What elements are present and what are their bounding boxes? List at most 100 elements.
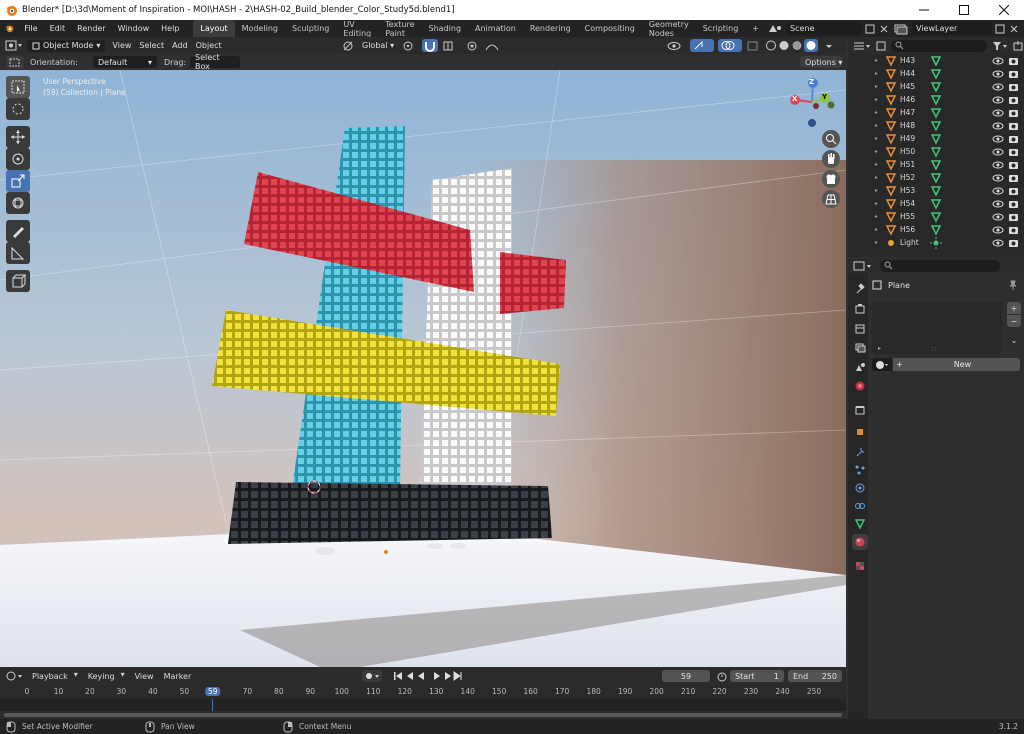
tab-compositing[interactable]: Compositing xyxy=(578,20,642,37)
visibility-icon[interactable] xyxy=(666,40,686,52)
tab-uv-editing[interactable]: UV Editing xyxy=(336,20,378,38)
close-view-layer-icon[interactable] xyxy=(1008,23,1020,35)
outliner-item[interactable]: ▸ H48 xyxy=(848,119,1024,132)
perspective-toggle-button[interactable] xyxy=(822,190,840,208)
start-frame-field[interactable]: Start 1 xyxy=(730,670,784,682)
tab-particles[interactable] xyxy=(852,462,868,478)
editor-type-icon[interactable] xyxy=(4,39,24,52)
tab-tool[interactable] xyxy=(852,280,868,296)
pan-button[interactable] xyxy=(822,150,840,168)
tab-collection[interactable] xyxy=(852,402,868,418)
camera-render-icon[interactable] xyxy=(1006,147,1022,157)
timeline-menu-view[interactable]: View xyxy=(131,670,158,682)
outliner-item[interactable]: ▸ H55 xyxy=(848,210,1024,223)
snap-toggle[interactable] xyxy=(422,39,439,52)
eye-icon[interactable] xyxy=(992,160,1004,170)
select-tool[interactable] xyxy=(6,76,30,98)
outliner-editor-type-icon[interactable] xyxy=(852,40,871,52)
view-layer-icon[interactable] xyxy=(892,22,910,35)
eye-icon[interactable] xyxy=(992,56,1004,66)
eye-icon[interactable] xyxy=(992,212,1004,222)
tab-world[interactable] xyxy=(852,378,868,394)
new-collection-icon[interactable] xyxy=(1012,40,1024,52)
remove-slot-button[interactable]: − xyxy=(1007,315,1021,327)
tab-layout[interactable]: Layout xyxy=(193,20,235,37)
expand-arrow-icon[interactable]: ▸ xyxy=(848,96,878,103)
close-scene-icon[interactable] xyxy=(878,23,890,35)
scene-icon[interactable] xyxy=(766,22,784,35)
menu-window[interactable]: Window xyxy=(112,20,156,37)
camera-render-icon[interactable] xyxy=(1006,82,1022,92)
outliner-item[interactable]: ▸ H45 xyxy=(848,80,1024,93)
timeline-scrollbar[interactable] xyxy=(0,711,846,719)
scene-field[interactable]: Scene xyxy=(786,22,862,35)
close-button[interactable] xyxy=(984,0,1024,20)
slot-specials-menu[interactable]: ⌄ xyxy=(1007,334,1021,346)
shading-modes-icon[interactable] xyxy=(764,39,820,52)
display-mode-icon[interactable] xyxy=(875,40,887,52)
measure-tool[interactable] xyxy=(6,242,30,264)
tab-scripting[interactable]: Scripting xyxy=(696,20,746,37)
tab-animation[interactable]: Animation xyxy=(468,20,523,37)
viewport-menu-object[interactable]: Object xyxy=(192,39,226,52)
expand-arrow-icon[interactable]: ▸ xyxy=(848,122,878,129)
pivot-icon[interactable] xyxy=(402,40,418,52)
outliner-item[interactable]: ▸ H54 xyxy=(848,197,1024,210)
outliner-item[interactable]: ▸ H43 xyxy=(848,54,1024,67)
timeline-editor-type-icon[interactable] xyxy=(5,670,25,682)
eye-icon[interactable] xyxy=(992,134,1004,144)
tab-view-layer[interactable] xyxy=(852,340,868,356)
eye-icon[interactable] xyxy=(992,173,1004,183)
add-workspace-button[interactable]: + xyxy=(745,20,766,37)
outliner-item[interactable]: ▸ H44 xyxy=(848,67,1024,80)
outliner-item[interactable]: ▸ H52 xyxy=(848,171,1024,184)
expand-arrow-icon[interactable]: ▸ xyxy=(848,161,878,168)
menu-edit[interactable]: Edit xyxy=(44,20,72,37)
filter-icon[interactable] xyxy=(991,40,1008,52)
3d-viewport[interactable]: User Perspective (59) Collection | Plane… xyxy=(0,70,846,667)
eye-icon[interactable] xyxy=(992,186,1004,196)
eye-icon[interactable] xyxy=(992,82,1004,92)
resize-handle-icon[interactable]: ∷ xyxy=(932,346,936,353)
tab-rendering[interactable]: Rendering xyxy=(523,20,578,37)
new-material-button[interactable]: + New xyxy=(893,358,1020,371)
outliner-item[interactable]: ▸ H50 xyxy=(848,145,1024,158)
camera-view-button[interactable] xyxy=(822,170,840,188)
camera-render-icon[interactable] xyxy=(1006,199,1022,209)
expand-arrow-icon[interactable]: ▸ xyxy=(848,213,878,220)
outliner-item[interactable]: ▸ H49 xyxy=(848,132,1024,145)
shading-dropdown-icon[interactable] xyxy=(824,40,834,52)
camera-render-icon[interactable] xyxy=(1006,56,1022,66)
transform-tool[interactable] xyxy=(6,192,30,214)
tab-shading[interactable]: Shading xyxy=(422,20,469,37)
keyframe-record-button[interactable] xyxy=(362,670,382,682)
viewport-menu-view[interactable]: View xyxy=(108,39,135,52)
expand-arrow-icon[interactable]: ▸ xyxy=(848,57,878,64)
orientation-icon[interactable] xyxy=(342,40,354,52)
expand-arrow-icon[interactable]: ▸ xyxy=(848,109,878,116)
outliner-search-input[interactable] xyxy=(890,39,988,52)
current-frame-field[interactable]: 59 xyxy=(662,670,710,682)
minimize-button[interactable] xyxy=(904,0,944,20)
tab-physics[interactable] xyxy=(852,480,868,496)
tool-selector[interactable] xyxy=(6,55,24,69)
add-cube-tool[interactable] xyxy=(6,270,30,292)
annotate-tool[interactable] xyxy=(6,220,30,242)
outliner-item[interactable]: ▸ Light xyxy=(848,236,1024,249)
camera-render-icon[interactable] xyxy=(1006,238,1022,248)
move-tool[interactable] xyxy=(6,126,30,148)
camera-render-icon[interactable] xyxy=(1006,186,1022,196)
tab-texture[interactable] xyxy=(852,558,868,574)
tab-modifiers[interactable] xyxy=(852,444,868,460)
tab-material[interactable] xyxy=(852,534,868,550)
cursor-tool[interactable] xyxy=(6,98,30,120)
browse-material-button[interactable] xyxy=(872,358,892,371)
mode-dropdown[interactable]: Object Mode ▾ xyxy=(27,39,106,52)
eye-icon[interactable] xyxy=(992,199,1004,209)
expand-arrow-icon[interactable]: ▸ xyxy=(848,239,878,246)
proportional-edit-icon[interactable] xyxy=(464,40,480,52)
material-slot-list[interactable]: ▸ ∷ xyxy=(872,302,1002,354)
properties-search-input[interactable] xyxy=(880,259,1000,272)
camera-render-icon[interactable] xyxy=(1006,160,1022,170)
expand-arrow-icon[interactable]: ▸ xyxy=(848,226,878,233)
